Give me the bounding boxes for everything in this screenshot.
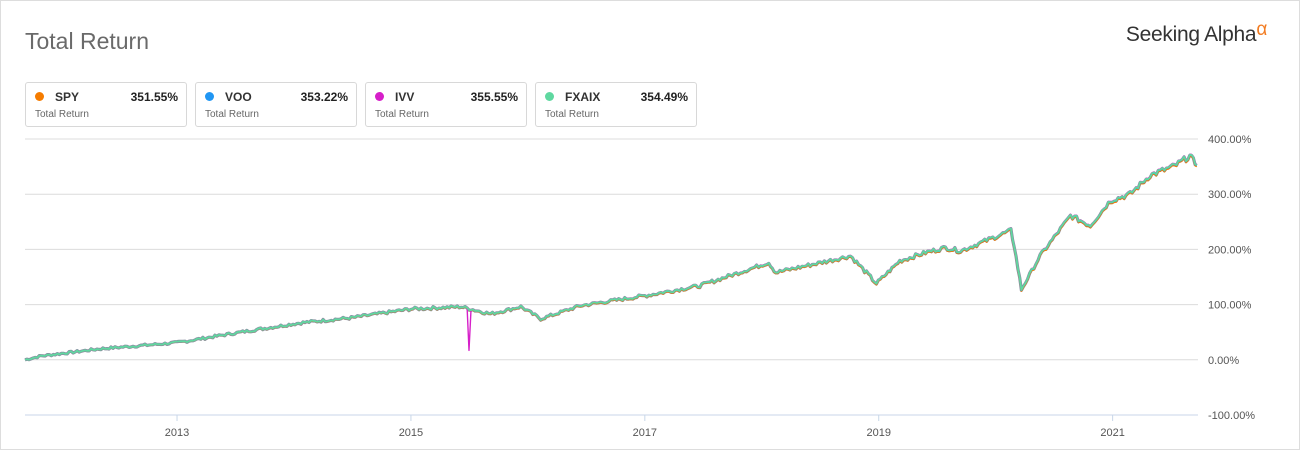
y-tick-label: 100.00% — [1208, 300, 1252, 312]
series-line-fxaix — [24, 153, 1198, 361]
y-tick-label: 200.00% — [1208, 244, 1252, 256]
x-tick-label: 2015 — [399, 427, 423, 439]
x-tick-label: 2017 — [633, 427, 657, 439]
series-line-voo — [24, 154, 1198, 361]
y-tick-label: 300.00% — [1208, 189, 1252, 201]
series-line-ivv — [24, 153, 1198, 361]
y-tick-label: -100.00% — [1208, 410, 1255, 422]
chart-frame: Total Return Seeking Alphaα SPY 351.55% … — [0, 0, 1300, 450]
y-tick-label: 400.00% — [1208, 134, 1252, 146]
series-shadow-line — [24, 153, 1198, 362]
y-tick-label: 0.00% — [1208, 355, 1239, 367]
x-tick-label: 2021 — [1100, 427, 1124, 439]
series-line-spy — [24, 155, 1198, 361]
x-tick-label: 2013 — [165, 427, 189, 439]
line-chart: 400.00% 300.00% 200.00% 100.00% 0.00% -100.00… — [24, 134, 1255, 439]
x-tick-label: 2019 — [866, 427, 890, 439]
